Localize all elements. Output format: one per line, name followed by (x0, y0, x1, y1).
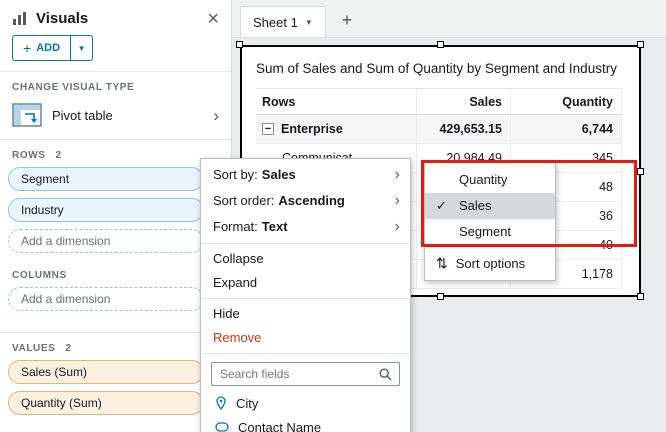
context-menu: Sort by:Sales › Sort order:Ascending › F… (200, 158, 411, 432)
selection-handle[interactable] (437, 293, 444, 300)
menu-divider (201, 243, 410, 244)
add-dimension-column-well[interactable]: Add a dimension (8, 287, 204, 311)
add-sheet-button[interactable]: + (342, 11, 353, 29)
submenu-arrow-icon: › (395, 214, 400, 240)
menu-item-hide[interactable]: Hide (201, 302, 410, 326)
tab-label: Sheet 1 (253, 15, 298, 30)
row-pill-segment[interactable]: Segment (8, 167, 204, 191)
submenu-item-segment[interactable]: Segment (425, 219, 555, 245)
values-count: 2 (65, 343, 71, 354)
visuals-panel-header: Visuals × (0, 0, 231, 31)
value-pill-quantity[interactable]: Quantity (Sum) (8, 391, 204, 415)
menu-item-remove[interactable]: Remove (201, 326, 410, 350)
rows-section-label: ROWS 2 (0, 140, 231, 167)
dimension-field-icon (215, 421, 229, 432)
search-input[interactable] (211, 362, 400, 386)
col-header-rows: Rows (256, 89, 416, 114)
menu-divider (201, 353, 410, 354)
visual-type-label: Pivot table (52, 108, 213, 123)
field-label: Contact Name (238, 420, 321, 432)
col-header-quantity: Quantity (510, 89, 622, 114)
selection-handle[interactable] (637, 168, 644, 175)
chevron-down-icon: ▼ (78, 44, 86, 53)
sheet-tab-bar: Sheet 1 ▼ + (232, 0, 666, 38)
submenu-arrow-icon: › (395, 188, 400, 214)
menu-divider (425, 247, 555, 248)
visual-type-selector[interactable]: Pivot table › (0, 99, 231, 139)
cell-quantity: 6,744 (510, 115, 622, 143)
add-button[interactable]: + ADD ▼ (12, 35, 93, 61)
menu-item-expand[interactable]: Expand (201, 271, 410, 295)
selection-handle[interactable] (437, 41, 444, 48)
chevron-right-icon: › (213, 107, 219, 124)
collapse-icon[interactable]: − (262, 123, 274, 135)
pivot-table-icon (12, 103, 42, 127)
field-item-city[interactable]: City (201, 391, 410, 415)
menu-item-sort-order[interactable]: Sort order:Ascending › (201, 188, 410, 214)
menu-item-sort-by[interactable]: Sort by:Sales › (201, 162, 410, 188)
location-pin-icon (215, 396, 227, 410)
add-button-label: ADD (36, 42, 60, 54)
submenu-item-sales[interactable]: ✓ Sales (425, 193, 555, 219)
col-header-sales: Sales (416, 89, 510, 114)
search-icon (379, 368, 392, 381)
value-pill-sales[interactable]: Sales (Sum) (8, 360, 204, 384)
visuals-panel-icon (12, 11, 28, 27)
field-label: City (236, 396, 258, 411)
submenu-arrow-icon: › (395, 162, 400, 188)
search-field-container (201, 357, 410, 391)
add-button-main[interactable]: + ADD (13, 36, 70, 60)
plus-icon: + (23, 40, 31, 56)
sort-by-submenu: Quantity ✓ Sales Segment ⇅ Sort options (424, 162, 556, 281)
row-label: Enterprise (281, 122, 343, 136)
rows-count: 2 (56, 150, 62, 161)
selection-handle[interactable] (637, 293, 644, 300)
row-pill-industry[interactable]: Industry (8, 198, 204, 222)
table-header-row: Rows Sales Quantity (256, 89, 622, 115)
cell-sales: 429,653.15 (416, 115, 510, 143)
visual-title: Sum of Sales and Sum of Quantity by Segm… (256, 61, 617, 76)
add-button-caret[interactable]: ▼ (70, 36, 92, 60)
close-icon[interactable]: × (207, 12, 219, 26)
columns-section-label: COLUMNS (0, 260, 231, 287)
values-section-label: VALUES 2 (0, 333, 231, 360)
menu-divider (201, 298, 410, 299)
tab-sheet-1[interactable]: Sheet 1 ▼ (240, 6, 326, 37)
sort-options-item[interactable]: ⇅ Sort options (425, 250, 555, 276)
sort-arrows-icon: ⇅ (436, 255, 448, 272)
selection-handle[interactable] (637, 41, 644, 48)
add-dimension-row-well[interactable]: Add a dimension (8, 229, 204, 253)
chevron-down-icon[interactable]: ▼ (305, 18, 313, 27)
visuals-panel: Visuals × + ADD ▼ CHANGE VISUAL TYPE Piv… (0, 0, 232, 432)
check-icon: ✓ (436, 193, 447, 219)
panel-title: Visuals (36, 10, 207, 27)
submenu-item-quantity[interactable]: Quantity (425, 167, 555, 193)
selection-handle[interactable] (236, 41, 243, 48)
field-item-contact-name[interactable]: Contact Name (201, 415, 410, 432)
menu-item-collapse[interactable]: Collapse (201, 247, 410, 271)
table-row: − Enterprise 429,653.15 6,744 (256, 115, 622, 144)
change-visual-type-label: CHANGE VISUAL TYPE (0, 72, 231, 99)
menu-item-format[interactable]: Format:Text › (201, 214, 410, 240)
